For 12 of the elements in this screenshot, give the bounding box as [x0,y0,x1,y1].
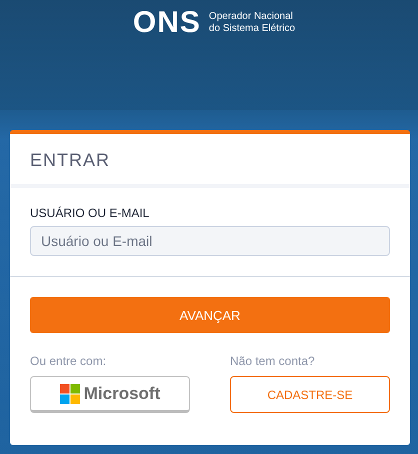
alt-login-caption: Ou entre com: [30,354,108,368]
card-title: ENTRAR [10,134,410,188]
windows-logo-icon [60,384,80,404]
field-label: USUÁRIO OU E-MAIL [30,206,150,220]
logo-tagline: Operador Nacional [208,11,294,23]
signup-caption: Não tem conta? [230,354,316,368]
advance-button[interactable]: AVANÇAR [30,297,390,333]
username-field[interactable]: Usuário ou E-mail [30,226,390,256]
logo-tagline: do Sistema Elétrico [208,23,296,35]
signup-button[interactable]: CADASTRE-SE [230,376,390,413]
logo: ONS [132,6,201,40]
microsoft-button[interactable]: Microsoft [30,376,190,413]
